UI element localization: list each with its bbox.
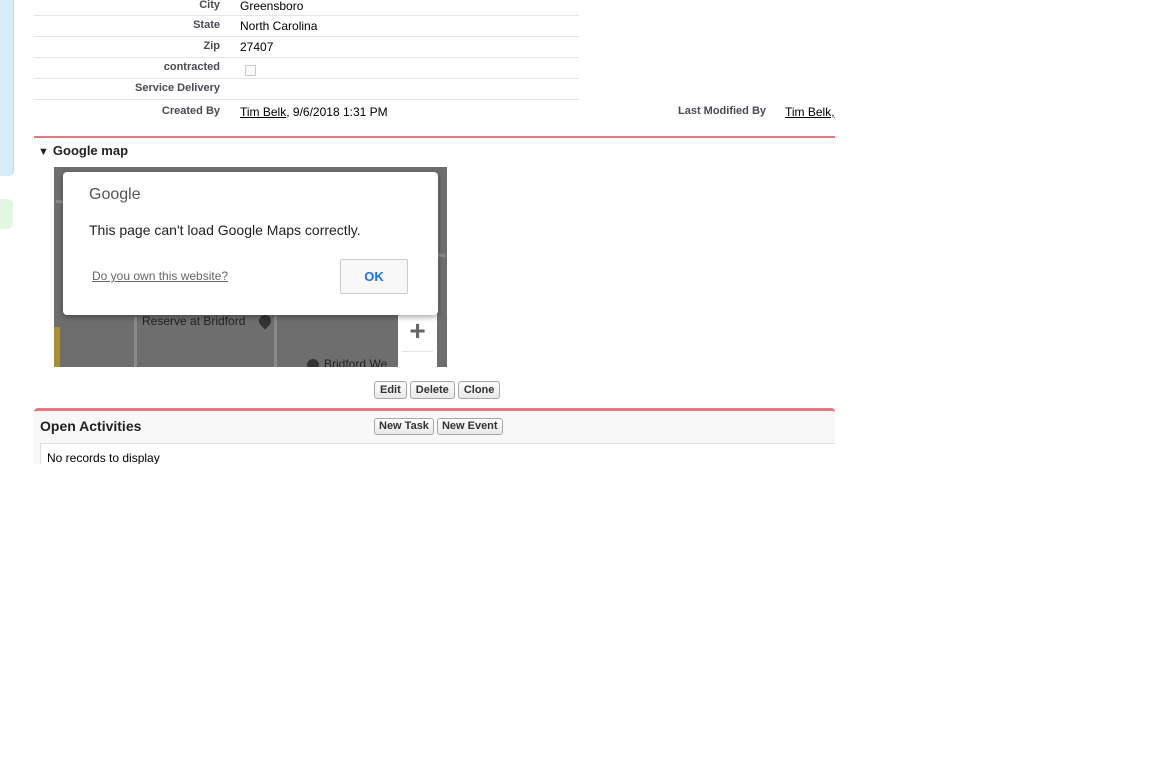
- edit-button[interactable]: Edit: [374, 381, 407, 399]
- collapse-triangle-icon[interactable]: ▼: [38, 146, 49, 158]
- last-modified-user-link[interactable]: Tim Belk,: [785, 105, 835, 119]
- created-by-date: , 9/6/2018 1:31 PM: [286, 105, 388, 119]
- error-message: This page can't load Google Maps correct…: [89, 222, 361, 238]
- field-value: North Carolina: [240, 19, 318, 33]
- field-row-service-delivery: Service Delivery: [34, 79, 579, 100]
- ok-button[interactable]: OK: [340, 259, 408, 294]
- map-zoom-control[interactable]: +: [398, 314, 437, 367]
- field-value: 27407: [240, 40, 274, 54]
- field-row-state: State North Carolina: [34, 16, 579, 37]
- map-pin-icon: [304, 356, 322, 367]
- delete-button[interactable]: Delete: [409, 381, 455, 399]
- open-activities-buttons: New Task New Event: [374, 418, 506, 435]
- new-event-button[interactable]: New Event: [436, 418, 503, 435]
- section-title: Google map: [52, 143, 129, 158]
- map-road: [134, 317, 137, 367]
- open-activities-panel: Open Activities New Task New Event No rec…: [34, 408, 835, 464]
- open-activities-body: No records to display: [40, 443, 835, 464]
- field-label: contracted: [163, 61, 220, 73]
- new-task-button[interactable]: New Task: [374, 418, 434, 435]
- created-modified-row: Created By Tim Belk, 9/6/2018 1:31 PM La…: [34, 101, 835, 121]
- map-pin-icon: [256, 312, 274, 330]
- contracted-checkbox: [245, 65, 256, 76]
- map-place-label: Bridford We: [324, 357, 388, 367]
- map-road: [274, 312, 277, 367]
- field-label: State: [193, 19, 220, 31]
- field-row-city: City Greensboro: [34, 0, 579, 16]
- created-by-user-link[interactable]: Tim Belk: [240, 105, 286, 119]
- created-by-value: Tim Belk, 9/6/2018 1:31 PM: [240, 105, 388, 119]
- field-label: Service Delivery: [134, 82, 220, 94]
- zoom-in-icon[interactable]: +: [398, 316, 437, 346]
- map-place-label: Reserve at Bridford: [142, 314, 246, 328]
- google-logo: Google: [89, 186, 141, 203]
- left-panel-edge-green: [0, 199, 13, 229]
- empty-state-text: No records to display: [47, 451, 160, 464]
- left-panel-edge-blue: [0, 0, 14, 176]
- last-modified-label: Last Modified By: [678, 105, 767, 117]
- maps-error-dialog: Google This page can't load Google Maps …: [63, 172, 438, 315]
- created-by-label: Created By: [161, 105, 220, 117]
- google-map-section-header[interactable]: ▼ Google map: [38, 143, 128, 158]
- open-activities-title: Open Activities: [40, 418, 142, 434]
- clone-button[interactable]: Clone: [457, 381, 501, 399]
- record-button-bar: Edit Delete Clone: [374, 381, 503, 399]
- field-label: City: [199, 0, 220, 11]
- section-divider: [34, 136, 835, 138]
- field-row-contracted: contracted: [34, 58, 579, 79]
- zoom-divider: [402, 351, 433, 352]
- field-label: Zip: [203, 40, 221, 52]
- last-modified-value: Tim Belk,: [785, 105, 835, 119]
- field-value: Greensboro: [240, 0, 304, 13]
- field-row-zip: Zip 27407: [34, 37, 579, 58]
- detail-fields: City Greensboro State North Carolina Zip…: [34, 0, 579, 100]
- own-website-link[interactable]: Do you own this website?: [92, 269, 228, 283]
- map-road: [54, 327, 60, 367]
